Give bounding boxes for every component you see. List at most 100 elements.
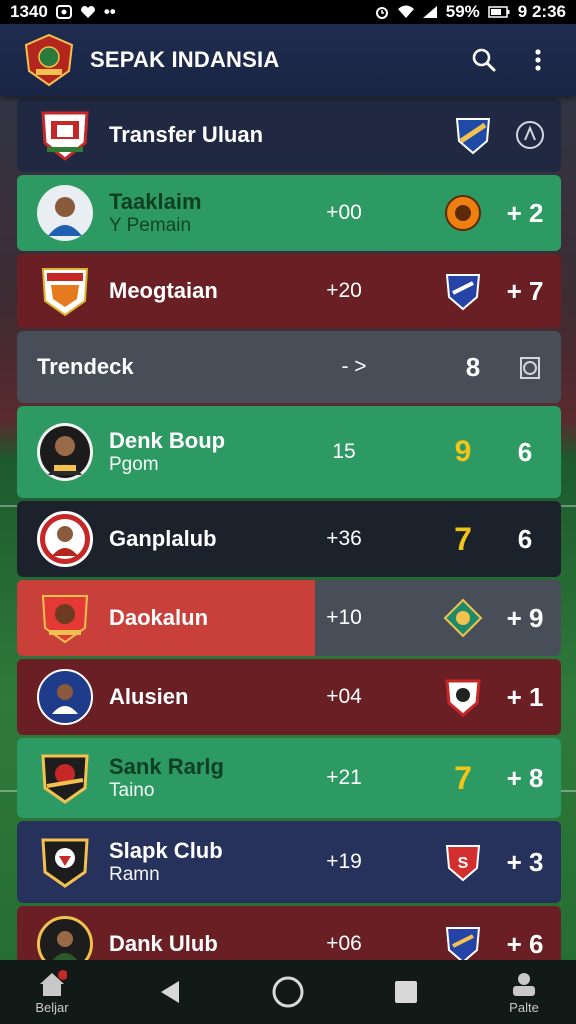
app-bar: SEPAK INDANSIA: [0, 24, 576, 96]
search-button[interactable]: [464, 40, 504, 80]
list-item-name: Alusien: [109, 684, 189, 710]
home-circle-icon: [272, 976, 304, 1008]
points-delta: +00: [326, 201, 362, 224]
wifi-icon: [397, 5, 414, 18]
nav-profile-label: Palte: [509, 999, 539, 1015]
score-value: + 3: [506, 846, 544, 877]
list-item-name: Slapk Club: [109, 838, 223, 864]
club-crest-icon: [41, 838, 89, 888]
nav-back-button[interactable]: [140, 978, 200, 1006]
signal-icon: [422, 6, 437, 18]
list-item-name: Trendeck: [37, 354, 134, 380]
list-item-name: Ganplalub: [109, 526, 217, 552]
club-badge-icon: [443, 598, 483, 638]
club-badge-icon: [455, 118, 491, 155]
points-delta: +20: [326, 279, 362, 302]
player-photo-icon: [52, 684, 78, 714]
points-delta: +36: [326, 527, 362, 550]
club-badge-icon: [445, 274, 481, 311]
list-item[interactable]: Taaklaim Y Pemain +00 + 2: [17, 175, 561, 251]
club-list: Transfer Uluan Taaklaim Y Pemain +00 + 2…: [17, 98, 561, 985]
compass-icon[interactable]: [513, 118, 547, 152]
app-notification-icon: [55, 5, 72, 19]
rank-badge: 7: [454, 759, 472, 796]
list-item-name: Transfer Uluan: [109, 122, 264, 148]
rank-badge: 7: [454, 520, 472, 557]
score-value: + 8: [506, 762, 544, 793]
points-delta: +10: [326, 606, 362, 629]
player-photo-icon: [45, 519, 85, 559]
list-item[interactable]: Daokalun +10 + 9: [17, 580, 561, 656]
nav-home-label: Beljar: [35, 999, 69, 1015]
profile-icon: [513, 972, 535, 996]
nav-recents-button[interactable]: [376, 979, 436, 1005]
club-crest-icon: [41, 754, 89, 804]
points-delta: 15: [332, 440, 356, 463]
nav-home[interactable]: Beljar: [22, 969, 82, 1015]
nav-profile[interactable]: Palte: [494, 970, 554, 1015]
alarm-icon: [375, 7, 388, 19]
score-value: + 1: [506, 681, 544, 712]
list-item[interactable]: Denk Boup Pgom 15 9 6: [17, 406, 561, 498]
app-logo-icon[interactable]: [22, 33, 76, 87]
rank-badge: 8: [465, 351, 481, 382]
list-item-sub: Y Pemain: [109, 214, 192, 236]
score-value: 6: [517, 436, 533, 467]
score-value: + 7: [506, 275, 544, 306]
club-badge-icon: [445, 195, 481, 231]
list-item-sub: Taino: [109, 779, 155, 801]
list-item[interactable]: Slapk Club Ramn +19 S + 3: [17, 821, 561, 903]
player-photo-icon: [48, 436, 82, 475]
club-crest-icon: [41, 111, 89, 161]
recents-square-icon: [395, 981, 417, 1003]
svg-text:S: S: [458, 855, 469, 872]
rank-badge: 9: [454, 435, 472, 468]
status-time-left: 1340: [10, 2, 48, 21]
club-crest-icon: [41, 595, 89, 644]
score-value: + 2: [506, 197, 544, 228]
club-crest-icon: [41, 268, 89, 317]
points-delta: +19: [326, 850, 362, 873]
points-delta: +21: [326, 766, 362, 789]
more-options-button[interactable]: [518, 40, 558, 80]
player-photo-icon: [48, 197, 82, 236]
score-value: 6: [517, 523, 533, 554]
club-badge-icon: [445, 927, 481, 964]
list-item[interactable]: Alusien +04 + 1: [17, 659, 561, 735]
points-delta: +06: [326, 932, 362, 955]
nav-home-circle-button[interactable]: [258, 975, 318, 1009]
bottom-navigation: Beljar Palte: [0, 960, 576, 1024]
more-vert-icon: [535, 49, 541, 71]
heart-icon: [80, 6, 95, 18]
app-title: SEPAK INDANSIA: [90, 47, 280, 72]
list-item[interactable]: Trendeck - > 8: [17, 331, 561, 403]
back-triangle-icon: [161, 981, 179, 1003]
list-item-sub: Ramn: [109, 863, 160, 885]
refresh-icon[interactable]: [513, 350, 547, 384]
list-item-sub: Pgom: [109, 453, 159, 475]
list-item-name: Meogtaian: [109, 278, 218, 304]
list-item[interactable]: Sank Rarlg Taino +21 7 + 8: [17, 738, 561, 818]
list-item-name: Taaklaim: [109, 189, 202, 215]
club-badge-icon: S: [445, 845, 481, 882]
home-icon: [40, 969, 67, 996]
player-avatar: [37, 511, 93, 567]
points-delta: +04: [326, 685, 362, 708]
list-item-name: Sank Rarlg: [109, 754, 224, 780]
status-time-right: 9 2:36: [517, 2, 566, 21]
score-value: + 6: [506, 928, 544, 959]
list-item[interactable]: Meogtaian +20 + 7: [17, 254, 561, 328]
battery-percent: 59%: [445, 2, 480, 21]
list-item[interactable]: Ganplalub +36 7 6: [17, 501, 561, 577]
battery-icon: [488, 6, 510, 18]
list-item-name: Denk Boup: [109, 428, 226, 454]
search-icon: [472, 48, 496, 72]
list-item-name: Daokalun: [109, 605, 209, 631]
status-bar: 1340 •• 59% 9 2:36: [0, 0, 576, 24]
list-item-name: Dank Ulub: [109, 931, 218, 957]
list-item[interactable]: Transfer Uluan: [17, 98, 561, 172]
player-avatar: [37, 669, 93, 725]
club-badge-icon: [445, 679, 481, 717]
points-delta: - >: [341, 355, 367, 378]
more-notifications-icon: ••: [103, 2, 116, 21]
